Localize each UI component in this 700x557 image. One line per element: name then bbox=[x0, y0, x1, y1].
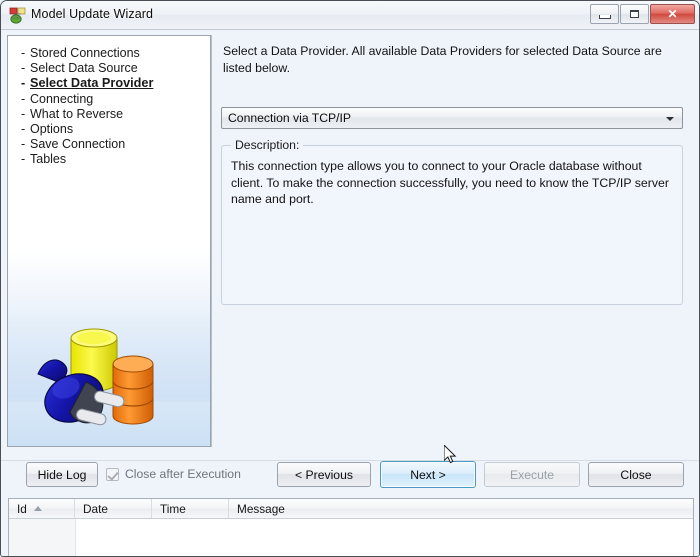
step-bullet: - bbox=[21, 122, 26, 137]
sidebar-step-options[interactable]: - Options bbox=[21, 122, 206, 137]
step-list: - Stored Connections - Select Data Sourc… bbox=[21, 46, 206, 168]
step-label: What to Reverse bbox=[30, 106, 124, 121]
wizard-icon bbox=[9, 7, 26, 24]
sidebar-step-save-connection[interactable]: - Save Connection bbox=[21, 137, 206, 152]
step-bullet: - bbox=[21, 152, 26, 167]
execute-button[interactable]: Execute bbox=[484, 462, 580, 487]
previous-button[interactable]: < Previous bbox=[277, 462, 371, 487]
window-controls: ✕ bbox=[589, 4, 695, 24]
sidebar-step-select-data-source[interactable]: - Select Data Source bbox=[21, 61, 206, 76]
minimize-icon bbox=[591, 5, 618, 23]
description-legend: Description: bbox=[231, 138, 304, 152]
step-label: Connecting bbox=[30, 91, 94, 106]
log-grid-body[interactable] bbox=[9, 519, 693, 556]
description-groupbox: Description: This connection type allows… bbox=[221, 138, 683, 305]
column-header-date[interactable]: Date bbox=[75, 499, 152, 518]
window-title: Model Update Wizard bbox=[31, 7, 154, 21]
hide-log-button[interactable]: Hide Log bbox=[26, 462, 98, 487]
close-dialog-button[interactable]: Close bbox=[588, 462, 684, 487]
step-label: Options bbox=[30, 122, 74, 137]
data-provider-combobox[interactable]: Connection via TCP/IP bbox=[221, 107, 683, 129]
wizard-window: Model Update Wizard ✕ - Stored Connectio… bbox=[0, 0, 700, 557]
column-header-message[interactable]: Message bbox=[229, 499, 693, 518]
sort-ascending-icon bbox=[33, 506, 42, 511]
chevron-down-icon[interactable] bbox=[666, 117, 674, 121]
sidebar-step-stored-connections[interactable]: - Stored Connections bbox=[21, 46, 206, 61]
main-panel: Select a Data Provider. All available Da… bbox=[211, 35, 695, 447]
sidebar-step-connecting[interactable]: - Connecting bbox=[21, 92, 206, 107]
step-label: Save Connection bbox=[30, 137, 126, 152]
data-provider-selected-value: Connection via TCP/IP bbox=[228, 111, 352, 125]
close-after-execution-checkbox[interactable]: Close after Execution bbox=[106, 467, 241, 481]
checkbox-checked-icon bbox=[106, 467, 119, 481]
column-header-id[interactable]: Id bbox=[9, 499, 75, 518]
log-grid-id-column bbox=[9, 519, 76, 556]
sidebar-step-tables[interactable]: - Tables bbox=[21, 152, 206, 167]
checkbox-label: Close after Execution bbox=[125, 467, 241, 481]
step-bullet: - bbox=[21, 137, 26, 152]
sidebar-step-what-to-reverse[interactable]: - What to Reverse bbox=[21, 107, 206, 122]
log-grid[interactable]: Id Date Time Message bbox=[8, 498, 694, 556]
step-label: Tables bbox=[30, 152, 67, 167]
maximize-icon bbox=[621, 5, 648, 23]
description-text: This connection type allows you to conne… bbox=[231, 159, 669, 206]
client-area: - Stored Connections - Select Data Sourc… bbox=[1, 30, 699, 556]
close-button[interactable]: ✕ bbox=[650, 4, 695, 24]
next-button[interactable]: Next > bbox=[380, 461, 476, 488]
step-bullet: - bbox=[21, 46, 26, 60]
column-header-message-label: Message bbox=[237, 501, 285, 516]
section-divider bbox=[1, 460, 699, 461]
step-bullet: - bbox=[21, 61, 26, 76]
column-header-date-label: Date bbox=[83, 501, 108, 516]
step-bullet: - bbox=[21, 91, 26, 106]
database-plug-illustration bbox=[8, 328, 210, 446]
sidebar-step-select-data-provider[interactable]: - Select Data Provider bbox=[21, 76, 206, 91]
column-header-id-label: Id bbox=[17, 501, 27, 516]
step-bullet: - bbox=[21, 106, 26, 121]
instruction-text: Select a Data Provider. All available Da… bbox=[223, 44, 662, 75]
step-label: Select Data Source bbox=[30, 61, 138, 76]
step-bullet: - bbox=[21, 76, 26, 91]
title-bar[interactable]: Model Update Wizard ✕ bbox=[1, 1, 699, 30]
close-icon: ✕ bbox=[667, 7, 678, 21]
minimize-button[interactable] bbox=[590, 4, 619, 24]
maximize-button[interactable] bbox=[620, 4, 649, 24]
step-label: Stored Connections bbox=[30, 46, 140, 60]
wizard-steps-sidebar: - Stored Connections - Select Data Sourc… bbox=[7, 35, 211, 447]
column-header-time[interactable]: Time bbox=[152, 499, 229, 518]
orange-database bbox=[112, 355, 154, 425]
application-window: Model Update Wizard ✕ - Stored Connectio… bbox=[0, 0, 700, 557]
log-grid-header: Id Date Time Message bbox=[9, 499, 693, 519]
column-header-time-label: Time bbox=[160, 501, 186, 516]
step-label: Select Data Provider bbox=[30, 76, 154, 91]
